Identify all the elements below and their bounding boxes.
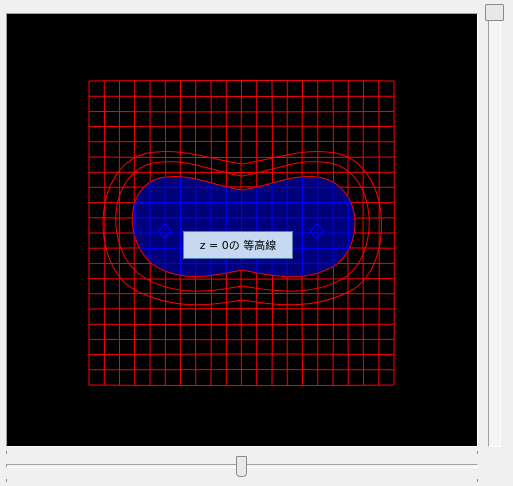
grid-line-horizontal [88,384,395,387]
slider-tick-left-bottom [6,479,7,482]
tooltip-text: z = 0の 等高線 [199,239,277,252]
grid-line-horizontal [88,353,395,356]
slider-tick-left [6,451,7,454]
vertical-slider[interactable] [480,4,510,449]
slider-tick-right-bottom [477,479,478,482]
horizontal-slider[interactable] [0,451,480,485]
grid-line-horizontal [88,79,395,82]
vertical-slider-track[interactable] [488,7,501,447]
vertical-slider-thumb[interactable] [485,4,504,21]
contour-tooltip: z = 0の 等高線 [183,231,293,259]
3d-viewport[interactable]: z = 0の 等高線 [6,13,478,447]
slider-tick-right [477,451,478,454]
horizontal-slider-thumb[interactable] [236,456,247,477]
